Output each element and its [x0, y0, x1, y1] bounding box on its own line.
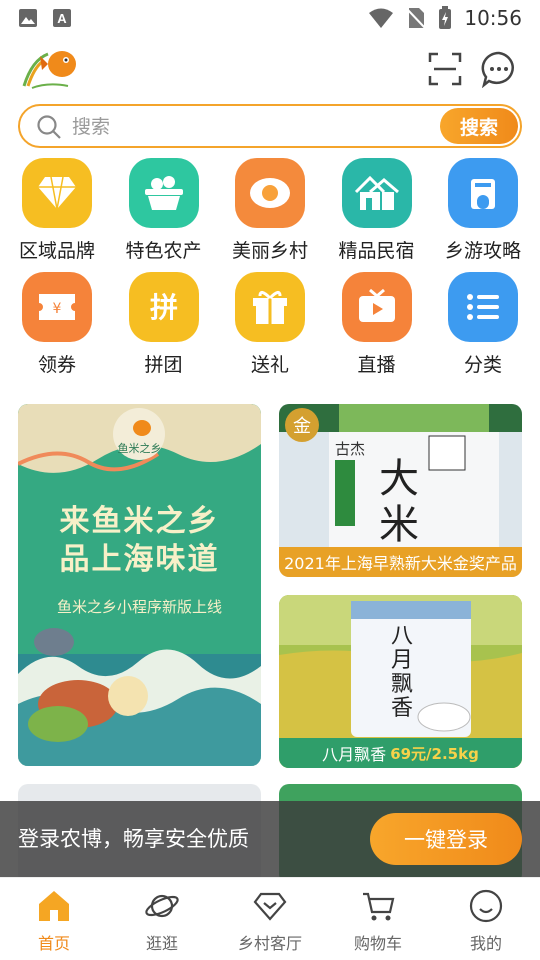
svg-text:A: A	[57, 11, 67, 26]
wifi-icon	[369, 8, 394, 28]
category-regional-brand[interactable]: 区域品牌	[6, 158, 108, 272]
search-bar: 搜索	[18, 104, 522, 148]
category-classify[interactable]: 分类	[432, 272, 534, 386]
egg-icon	[235, 158, 305, 228]
tab-village-lounge[interactable]: 乡村客厅	[216, 878, 324, 960]
category-gift[interactable]: 送礼	[219, 272, 321, 386]
banner-subline: 鱼米之乡小程序新版上线	[56, 598, 222, 616]
tab-label: 逛逛	[145, 934, 178, 953]
group-buy-icon: 拼	[128, 272, 199, 342]
cart-icon	[363, 892, 395, 921]
bayue-caption-price: 69元/2.5kg	[390, 744, 479, 763]
category-group-buy[interactable]: 拼 拼团	[113, 272, 215, 386]
image-notification-icon	[19, 9, 37, 27]
scan-icon[interactable]	[426, 50, 464, 88]
search-icon	[37, 115, 61, 139]
top-bar	[0, 36, 540, 100]
home-icon	[39, 891, 69, 921]
category-beautiful-village[interactable]: 美丽乡村	[219, 158, 321, 272]
tab-home[interactable]: 首页	[0, 878, 108, 960]
promo-banner-illustration	[18, 404, 261, 766]
banner-brand: 鱼米之乡	[117, 442, 162, 455]
gift-icon	[235, 272, 305, 342]
category-label: 送礼	[250, 354, 289, 376]
login-prompt-bar: 登录农博，畅享安全优质 一键登录	[0, 801, 540, 877]
battery-charging-icon	[439, 6, 452, 29]
bayue-card-caption: 八月飘香 69元/2.5kg	[279, 738, 522, 768]
rice-product-name: 大米	[379, 456, 419, 548]
category-live[interactable]: 直播	[326, 272, 428, 386]
bayue-rice-card[interactable]: 八月飘香 八月飘香 69元/2.5kg	[279, 595, 522, 768]
tab-mine[interactable]: 我的	[432, 878, 540, 960]
category-label: 区域品牌	[18, 240, 95, 262]
clock: 10:56	[464, 6, 522, 30]
category-label: 乡游攻略	[444, 240, 521, 262]
rice-award-card[interactable]: 金 古杰 大米 2021年上海早熟新大米金奖产品	[279, 404, 522, 577]
tab-label: 首页	[37, 934, 70, 953]
category-travel-guide[interactable]: 乡游攻略	[432, 158, 534, 272]
diamond-icon	[22, 158, 92, 228]
planet-icon	[145, 894, 179, 918]
category-boutique-homestay[interactable]: 精品民宿	[326, 158, 428, 272]
status-bar: A 10:56	[0, 0, 540, 36]
category-label: 精品民宿	[338, 240, 415, 262]
svg-text:¥: ¥	[53, 301, 62, 317]
tab-label: 购物车	[353, 934, 402, 953]
tab-browse[interactable]: 逛逛	[108, 878, 216, 960]
tab-label: 我的	[469, 934, 502, 953]
smiley-icon	[469, 889, 503, 923]
bag-product-name: 八月飘香	[391, 624, 414, 721]
app-logo[interactable]	[18, 42, 80, 92]
bayue-caption-name: 八月飘香	[322, 745, 387, 764]
bottom-tab-bar: 首页 逛逛 乡村客厅 购物车 我的	[0, 877, 540, 960]
category-label: 特色农产	[125, 240, 202, 262]
banner-headline-2: 品上海味道	[59, 542, 220, 577]
rice-brand: 古杰	[335, 440, 366, 458]
category-coupons[interactable]: ¥ 领券	[6, 272, 108, 386]
font-notification-icon: A	[53, 9, 71, 27]
one-click-login-button[interactable]: 一键登录	[370, 813, 522, 865]
house-icon	[341, 158, 412, 228]
login-prompt-text: 登录农博，畅享安全优质	[18, 827, 249, 851]
message-icon[interactable]	[480, 50, 518, 88]
category-label: 直播	[357, 354, 396, 376]
coupon-icon: ¥	[22, 272, 92, 342]
category-label: 领券	[37, 354, 76, 376]
basket-icon	[128, 158, 199, 228]
promo-banner-card[interactable]: 鱼米之乡 来鱼米之乡 品上海味道 鱼米之乡小程序新版上线	[18, 404, 261, 766]
search-button[interactable]: 搜索	[440, 108, 518, 144]
category-label: 美丽乡村	[231, 240, 308, 262]
category-label: 拼团	[144, 354, 183, 376]
tab-cart[interactable]: 购物车	[324, 878, 432, 960]
category-label: 分类	[463, 354, 502, 376]
category-grid: 区域品牌 特色农产 美丽乡村 精品民宿 乡游攻略 ¥ 领券 拼 拼团 送礼 直播…	[0, 158, 540, 386]
tab-label: 乡村客厅	[237, 934, 302, 953]
rice-card-caption: 2021年上海早熟新大米金奖产品	[279, 547, 522, 577]
search-input[interactable]	[72, 110, 432, 144]
no-sim-icon	[406, 8, 427, 29]
tv-icon	[341, 272, 412, 342]
diamond-outline-icon	[253, 892, 287, 921]
category-specialty-produce[interactable]: 特色农产	[113, 158, 215, 272]
building-icon	[448, 158, 518, 228]
gold-award-badge: 金	[285, 408, 319, 442]
list-icon	[448, 272, 518, 342]
svg-text:拼: 拼	[149, 291, 177, 324]
